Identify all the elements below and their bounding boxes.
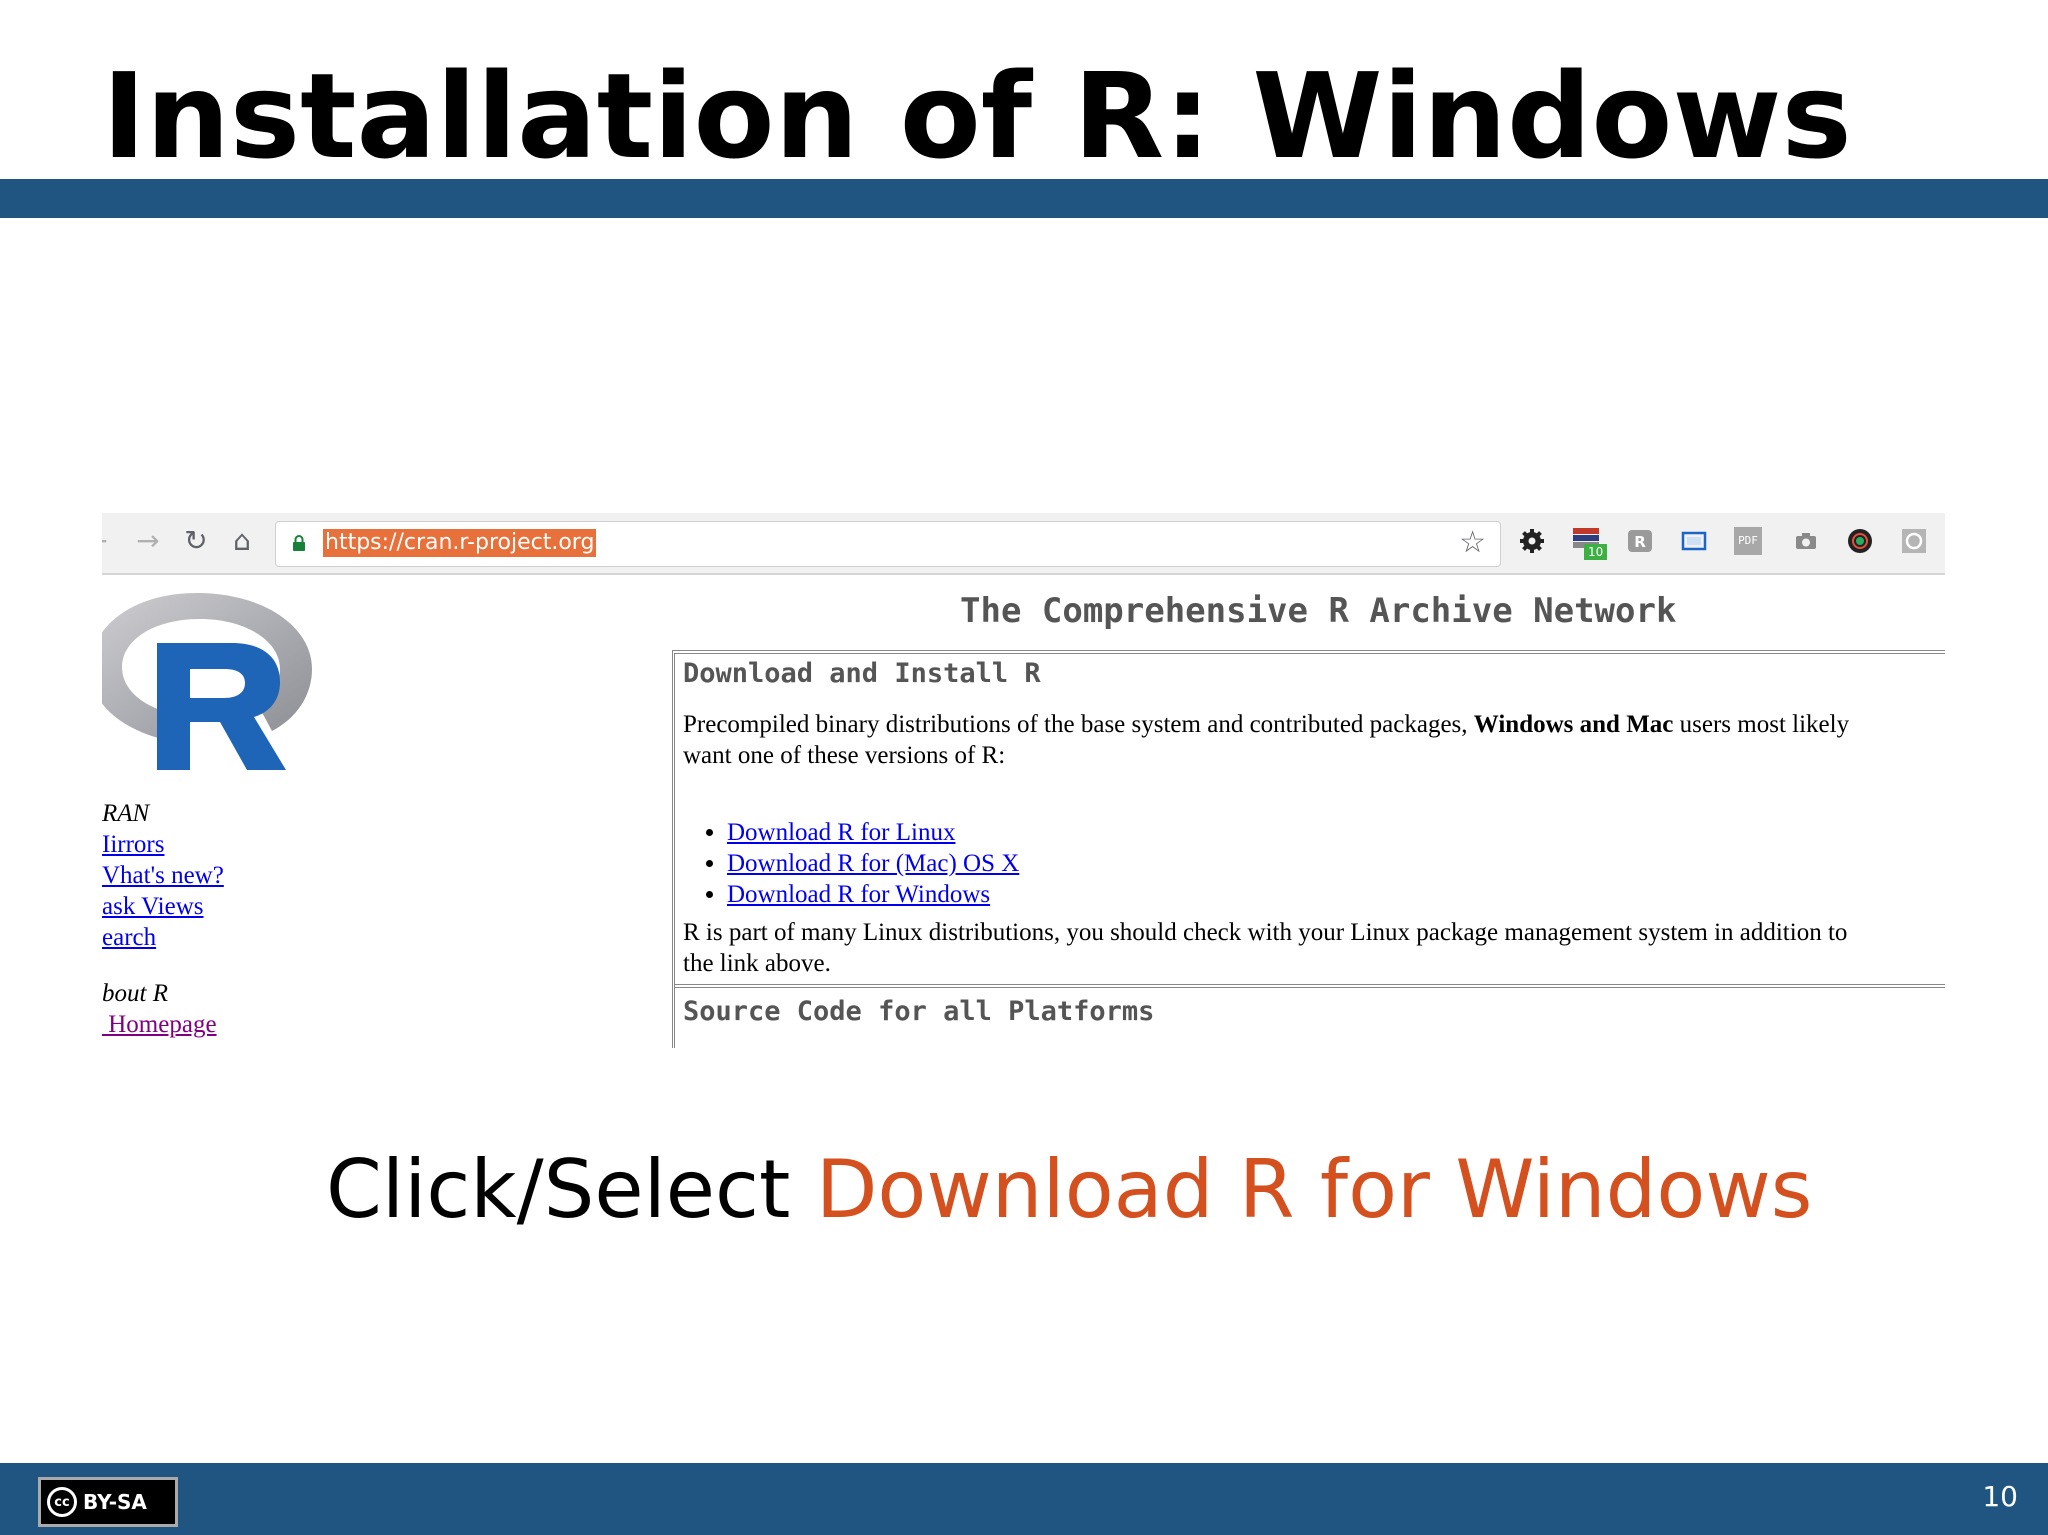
sidebar-link-homepage[interactable]: Homepage [102,1009,216,1040]
caption-prefix: Click/Select [326,1143,816,1236]
download-windows-link[interactable]: Download R for Windows [727,881,990,908]
camera-icon[interactable] [1792,527,1820,555]
star-icon[interactable]: ☆ [1459,526,1486,560]
section-heading-download: Download and Install R [683,658,1041,689]
footer-bar [0,1463,2048,1535]
cran-header: The Comprehensive R Archive Network [960,591,1677,631]
intro-line-2: want one of these versions of R: [683,742,1006,769]
section-divider [675,984,1945,988]
tabs-counter-badge: 10 [1584,544,1608,560]
home-icon[interactable]: ⌂ [226,525,258,557]
linux-note-line-1: R is part of many Linux distributions, y… [683,919,1848,946]
sidebar-link-search[interactable]: earch [102,922,156,953]
svg-text:R: R [1634,533,1646,551]
list-item: Download R for (Mac) OS X [727,848,1019,879]
list-item: Download R for Windows [727,879,1019,910]
sidebar-heading-cran: RAN [102,800,150,827]
browser-screenshot: ← → ↻ ⌂ https://cran.r-project.org ☆ [102,513,1945,1048]
url-text[interactable]: https://cran.r-project.org [323,529,597,557]
r-logo [102,593,312,770]
r-extension-icon[interactable]: R [1626,527,1654,555]
sidebar-heading-about: bout R [102,980,168,1007]
download-links-list: Download R for Linux Download R for (Mac… [683,817,1019,910]
pdf-icon[interactable]: PDF [1734,527,1762,555]
address-bar[interactable]: https://cran.r-project.org ☆ [275,521,1501,567]
lock-icon [293,535,305,551]
download-mac-link[interactable]: Download R for (Mac) OS X [727,850,1019,877]
pdf-icon-label: PDF [1738,534,1758,547]
forward-arrow-icon[interactable]: → [132,525,164,557]
linux-note-line-2: the link above. [683,950,831,977]
generic-extension-icon[interactable] [1900,527,1928,555]
list-item: Download R for Linux [727,817,1019,848]
license-label: BY-SA [83,1490,147,1514]
screenshot-frame-icon[interactable] [1680,527,1708,555]
cc-by-sa-badge: cc BY-SA [38,1477,178,1527]
download-section: Download and Install R Precompiled binar… [672,650,1945,1048]
caption-highlight: Download R for Windows [815,1143,1813,1236]
download-linux-link[interactable]: Download R for Linux [727,819,955,846]
cc-icon: cc [47,1487,77,1517]
reload-icon[interactable]: ↻ [180,525,212,557]
intro-text-after: users most likely [1673,711,1850,738]
page-number: 10 [1982,1480,2018,1513]
intro-line-1: Precompiled binary distributions of the … [683,709,1945,740]
back-arrow-icon[interactable]: ← [102,525,112,557]
tabs-counter-icon[interactable]: 10 [1572,527,1608,560]
sidebar-link-task-views[interactable]: ask Views [102,891,204,922]
gear-icon[interactable] [1518,527,1546,555]
instruction-caption: Click/Select Download R for Windows [326,1140,1812,1240]
sidebar-link-mirrors[interactable]: Iirrors [102,829,164,860]
sidebar-link-whats-new[interactable]: Vhat's new? [102,860,224,891]
color-picker-icon[interactable] [1846,527,1874,555]
intro-text-before: Precompiled binary distributions of the … [683,711,1474,738]
section-heading-source: Source Code for all Platforms [683,996,1155,1027]
slide-title: Installation of R: Windows [102,47,1852,185]
title-underline-bar [0,179,2048,218]
browser-toolbar: ← → ↻ ⌂ https://cran.r-project.org ☆ [102,513,1945,575]
intro-text-bold: Windows and Mac [1473,711,1674,738]
